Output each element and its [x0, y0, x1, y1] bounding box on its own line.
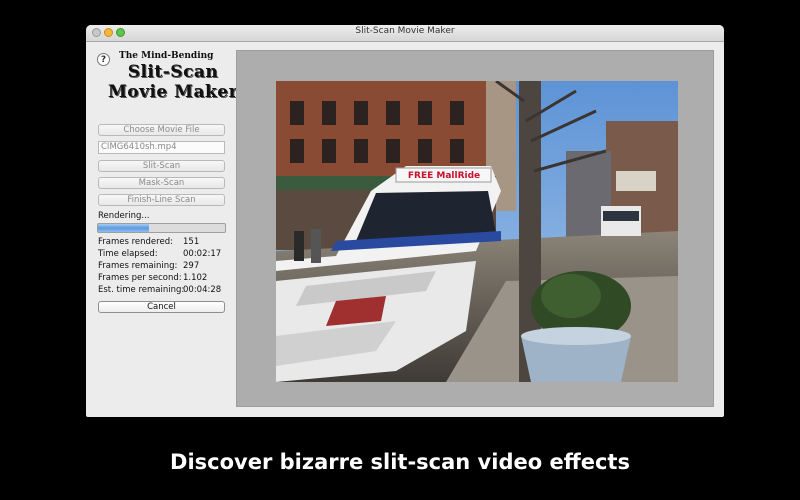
bus-sign-text: FREE MallRide — [408, 171, 480, 181]
frames-per-second-label: Frames per second: — [98, 273, 182, 283]
logo-tagline: The Mind-Bending — [119, 51, 214, 61]
frames-per-second-value: 1.102 — [183, 273, 208, 283]
control-sidebar: ? The Mind-Bending Slit-Scan Movie Maker… — [86, 42, 238, 417]
frames-rendered-label: Frames rendered: — [98, 237, 173, 247]
frames-rendered-value: 151 — [183, 237, 200, 247]
cancel-button[interactable]: Cancel — [98, 301, 225, 313]
street-scene-image: FREE MallRide — [276, 81, 678, 382]
est-time-remaining-label: Est. time remaining: — [98, 285, 185, 295]
marketing-caption: Discover bizarre slit-scan video effects — [170, 450, 630, 474]
app-window: Slit-Scan Movie Maker ? The Mind-Bending… — [86, 25, 724, 417]
slit-scan-button[interactable]: Slit-Scan — [98, 160, 225, 172]
time-elapsed-value: 00:02:17 — [183, 249, 222, 259]
rendering-status: Rendering... — [98, 211, 150, 221]
frames-remaining-label: Frames remaining: — [98, 261, 178, 271]
render-progress-bar — [97, 223, 226, 233]
finish-line-scan-button[interactable]: Finish-Line Scan — [98, 194, 225, 206]
choose-movie-file-button[interactable]: Choose Movie File — [98, 124, 225, 136]
logo-title-line2: Movie Maker — [107, 82, 239, 102]
preview-video-frame: FREE MallRide — [276, 81, 678, 382]
mask-scan-button[interactable]: Mask-Scan — [98, 177, 225, 189]
render-progress-fill — [98, 224, 149, 232]
logo-title-line1: Slit-Scan — [127, 62, 219, 82]
movie-file-field[interactable]: CIMG6410sh.mp4 — [98, 141, 225, 154]
title-bar: Slit-Scan Movie Maker — [86, 25, 724, 42]
preview-canvas: FREE MallRide — [236, 50, 714, 407]
est-time-remaining-value: 00:04:28 — [183, 285, 222, 295]
frames-remaining-value: 297 — [183, 261, 200, 271]
time-elapsed-label: Time elapsed: — [98, 249, 158, 259]
window-title: Slit-Scan Movie Maker — [355, 26, 455, 36]
